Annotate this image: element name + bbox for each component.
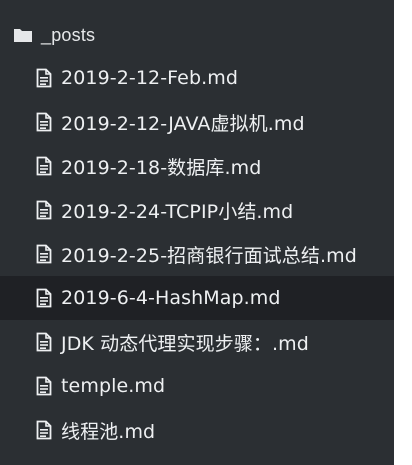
file-item-3[interactable]: 2019-2-24-TCPIP小结.md [0, 188, 394, 232]
file-icon [36, 156, 52, 176]
folder-icon [13, 27, 33, 43]
file-item-5[interactable]: 2019-6-4-HashMap.md [0, 276, 394, 320]
file-icon [36, 200, 52, 220]
file-item-8[interactable]: 线程池.md [0, 408, 394, 452]
right-gutter [394, 0, 412, 465]
file-label: 2019-2-18-数据库.md [61, 156, 262, 179]
file-label: 2019-2-24-TCPIP小结.md [61, 200, 294, 223]
file-item-1[interactable]: 2019-2-12-JAVA虚拟机.md [0, 100, 394, 144]
file-icon [36, 288, 52, 308]
file-label: 线程池.md [61, 420, 156, 443]
file-item-4[interactable]: 2019-2-25-招商银行面试总结.md [0, 232, 394, 276]
folder-label: _posts [41, 24, 96, 45]
file-icon [36, 420, 52, 440]
file-label: 2019-2-12-JAVA虚拟机.md [61, 112, 305, 135]
file-icon [36, 112, 52, 132]
file-label: 2019-6-4-HashMap.md [61, 287, 281, 309]
file-icon [36, 68, 52, 88]
file-icon [36, 376, 52, 396]
file-label: 2019-2-12-Feb.md [61, 67, 239, 89]
file-label: JDK 动态代理实现步骤：.md [61, 332, 309, 355]
file-icon [36, 244, 52, 264]
file-icon [36, 332, 52, 352]
file-item-2[interactable]: 2019-2-18-数据库.md [0, 144, 394, 188]
file-label: temple.md [61, 375, 166, 397]
file-item-6[interactable]: JDK 动态代理实现步骤：.md [0, 320, 394, 364]
folder-posts[interactable]: _posts [0, 14, 394, 56]
file-item-7[interactable]: temple.md [0, 364, 394, 408]
file-tree-sidebar: _posts 2019-2-12-Feb.md 2019-2-12-JAVA虚拟… [0, 0, 394, 465]
file-item-0[interactable]: 2019-2-12-Feb.md [0, 56, 394, 100]
file-label: 2019-2-25-招商银行面试总结.md [61, 244, 357, 267]
